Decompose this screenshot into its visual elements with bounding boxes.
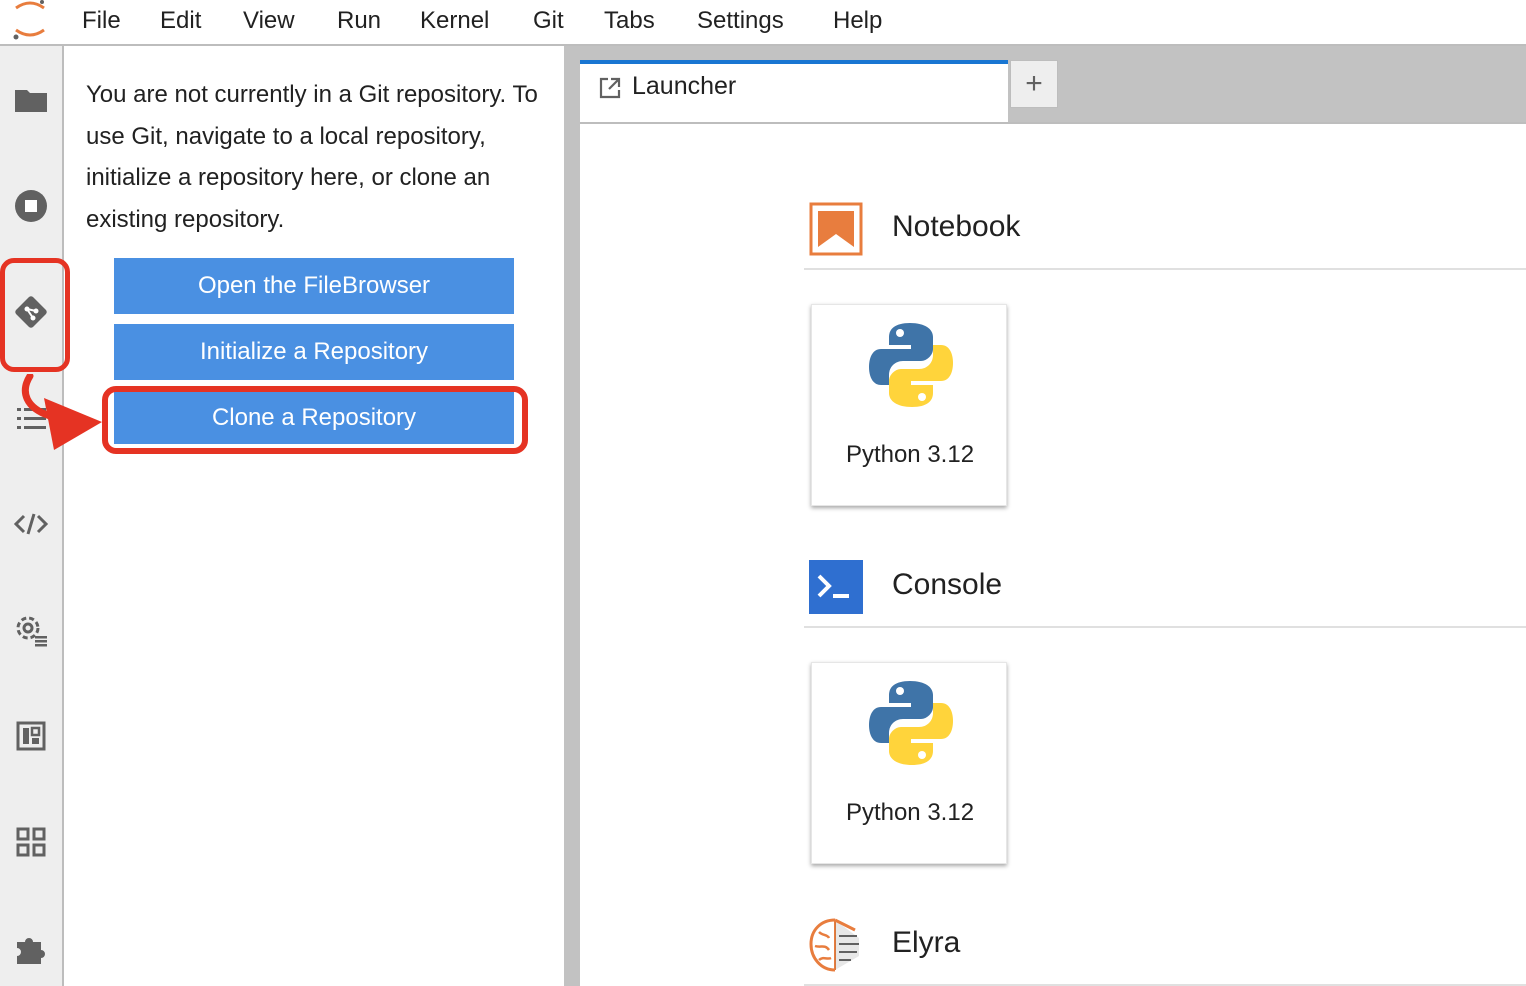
git-not-repo-message: You are not currently in a Git repositor… xyxy=(86,81,538,233)
tab-bar: Launcher + xyxy=(580,46,1526,124)
elyra-icon xyxy=(809,918,859,972)
console-kernel-label: Python 3.12 xyxy=(845,799,975,826)
menu-kernel[interactable]: Kernel xyxy=(420,7,489,35)
python-icon xyxy=(869,323,953,407)
arrow-icon xyxy=(22,374,102,450)
section-divider xyxy=(804,626,1526,628)
notebook-section-title: Notebook xyxy=(892,210,1021,243)
panel-splitter[interactable] xyxy=(564,46,580,986)
git-panel: You are not currently in a Git repositor… xyxy=(64,46,564,986)
new-tab-button[interactable]: + xyxy=(1010,60,1058,108)
property-inspector-icon[interactable] xyxy=(7,606,55,654)
running-stop-icon[interactable] xyxy=(7,182,55,230)
menu-git[interactable]: Git xyxy=(533,7,564,35)
menu-run[interactable]: Run xyxy=(337,7,381,35)
extension-puzzle-icon[interactable] xyxy=(7,924,55,972)
launcher-body: Notebook Python 3.12 Console Python 3.12 xyxy=(580,124,1526,986)
open-filebrowser-button[interactable]: Open the FileBrowser xyxy=(114,258,514,314)
menu-bar: File Edit View Run Kernel Git Tabs Setti… xyxy=(0,0,1526,46)
elyra-section-title: Elyra xyxy=(892,926,961,959)
activity-bar xyxy=(0,46,64,986)
folder-icon[interactable] xyxy=(7,76,55,124)
console-python-card[interactable]: Python 3.12 xyxy=(811,662,1007,864)
jupyter-logo-icon xyxy=(13,0,45,40)
notebook-kernel-label: Python 3.12 xyxy=(845,441,975,468)
notebook-icon xyxy=(809,202,863,256)
section-divider xyxy=(804,268,1526,270)
menu-edit[interactable]: Edit xyxy=(160,7,201,35)
menu-view[interactable]: View xyxy=(243,7,295,35)
console-icon xyxy=(809,560,863,614)
menu-settings[interactable]: Settings xyxy=(697,7,784,35)
tab-launcher[interactable]: Launcher xyxy=(580,60,1008,122)
menu-help[interactable]: Help xyxy=(833,7,882,35)
tab-launcher-label: Launcher xyxy=(632,72,737,100)
pipeline-icon[interactable] xyxy=(7,818,55,866)
menu-tabs[interactable]: Tabs xyxy=(604,7,655,35)
palette-icon[interactable] xyxy=(7,712,55,760)
code-snippet-icon[interactable] xyxy=(7,500,55,548)
clone-button-highlight xyxy=(102,386,528,454)
python-icon xyxy=(869,681,953,765)
launch-icon xyxy=(599,77,621,99)
console-section-title: Console xyxy=(892,568,1003,601)
menu-file[interactable]: File xyxy=(82,7,121,35)
notebook-python-card[interactable]: Python 3.12 xyxy=(811,304,1007,506)
git-icon-highlight xyxy=(0,258,70,372)
initialize-repository-button[interactable]: Initialize a Repository xyxy=(114,324,514,380)
